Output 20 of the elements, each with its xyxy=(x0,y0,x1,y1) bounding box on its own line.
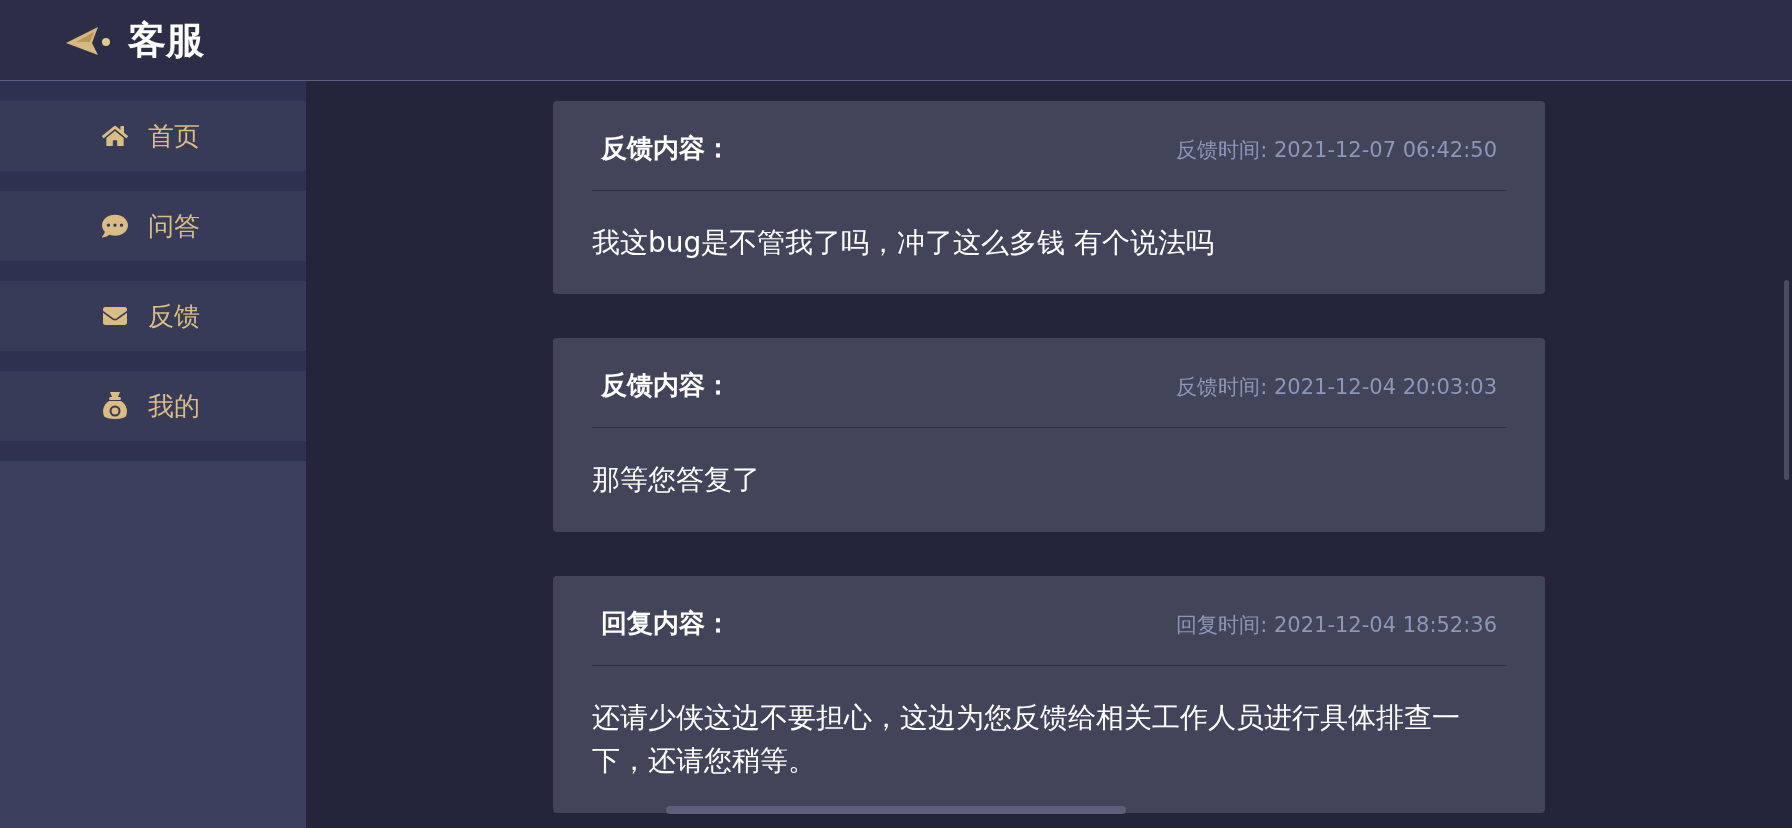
card-text: 那等您答复了 xyxy=(592,462,761,499)
sidebar-item[interactable]: 反馈 xyxy=(0,281,306,351)
sidebar-item[interactable]: 我的 xyxy=(0,371,306,441)
sidebar-item[interactable]: 问答 xyxy=(0,191,306,261)
card-text: 还请少侠这边不要担心，这边为您反馈给相关工作人员进行具体排查一下，还请您稍等。 xyxy=(592,699,1461,780)
card-time: 反馈时间: 2021-12-04 20:03:03 xyxy=(1176,374,1497,402)
horizontal-scrollbar[interactable] xyxy=(666,806,1126,814)
card-text: 我这bug是不管我了吗，冲了这么多钱 有个说法吗 xyxy=(592,225,1216,261)
money-bag-icon xyxy=(102,391,128,421)
chat-bubble-icon xyxy=(102,213,128,239)
sidebar-item[interactable]: 首页 xyxy=(0,101,306,171)
card-heading: 反馈内容： xyxy=(601,132,731,165)
card-time: 反馈时间: 2021-12-07 06:42:50 xyxy=(1176,137,1497,164)
card-time: 回复时间: 2021-12-04 18:52:36 xyxy=(1176,611,1497,639)
home-icon xyxy=(102,123,128,149)
vertical-scrollbar[interactable] xyxy=(1784,280,1789,480)
card-heading: 回复内容： xyxy=(601,606,731,640)
card-heading: 反馈内容： xyxy=(601,369,731,403)
envelope-icon xyxy=(103,304,127,328)
page-title: 客服 xyxy=(128,21,204,59)
